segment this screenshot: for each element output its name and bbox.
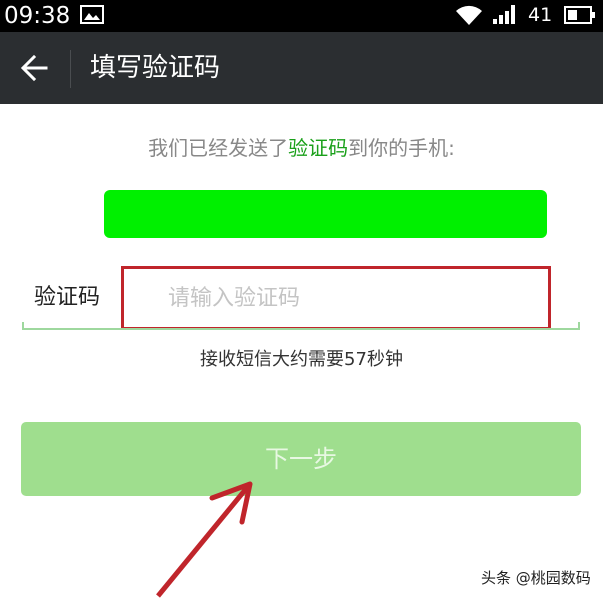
intro-text: 我们已经发送了验证码到你的手机: [0,133,603,163]
intro-suffix: 到你的手机: [348,136,455,160]
phone-number-redaction [104,190,547,238]
intro-prefix: 我们已经发送了 [148,136,289,160]
code-label: 验证码 [34,285,101,310]
signal-icon [493,5,515,24]
intro-highlight: 验证码 [288,136,349,160]
next-button[interactable]: 下一步 [21,422,581,496]
red-arrow-icon [156,481,253,598]
page-title: 填写验证码 [90,53,221,83]
title-bar: 填写验证码 [0,32,603,104]
input-underline [22,328,580,330]
status-time: 09:38 [4,3,71,29]
title-divider [70,50,71,88]
input-underline-right [578,322,580,330]
countdown-text: 接收短信大约需要57秒钟 [200,349,403,370]
wifi-icon [456,5,482,26]
battery-icon [564,6,595,24]
back-arrow-icon[interactable] [12,44,58,92]
battery-level: 41 [528,4,553,26]
verification-code-input[interactable] [121,266,551,330]
watermark: 头条 @桃园数码 [481,569,591,587]
image-icon [80,5,104,24]
status-bar: 09:38 41 [0,0,603,32]
